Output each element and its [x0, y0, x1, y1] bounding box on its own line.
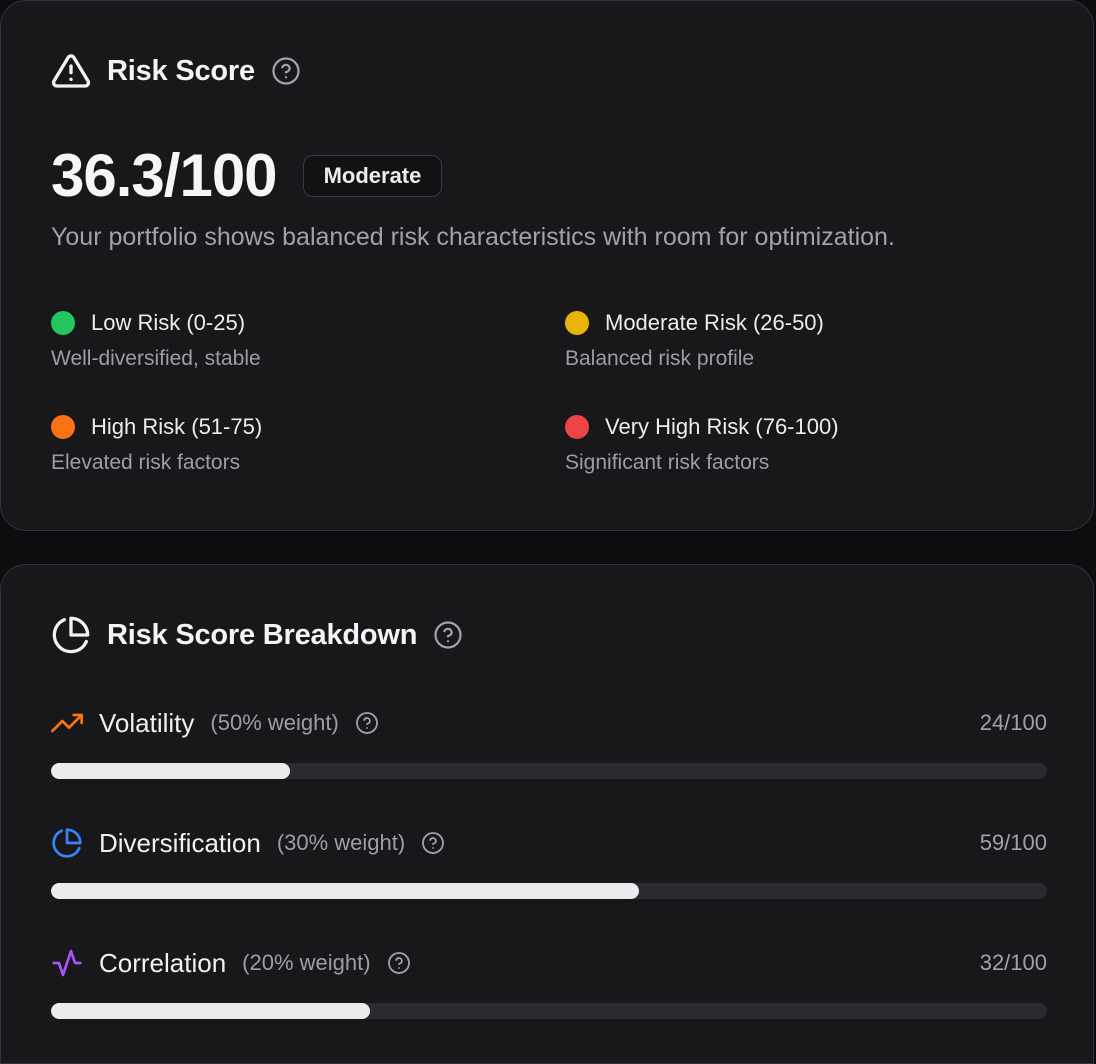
risk-breakdown-header: Risk Score Breakdown	[51, 615, 463, 655]
metric-value: 24/100	[979, 710, 1047, 735]
help-circle-icon[interactable]	[271, 56, 301, 86]
legend-description: Balanced risk profile	[565, 347, 755, 370]
pie-chart-icon	[51, 827, 83, 859]
metric-name: Correlation	[99, 947, 227, 978]
progress-fill	[51, 763, 291, 779]
legend-label: Very High Risk (76-100)	[605, 414, 839, 439]
metric-value: 59/100	[979, 830, 1047, 855]
activity-icon	[51, 947, 83, 979]
risk-score-header: Risk Score	[51, 51, 301, 91]
progress-track	[51, 763, 1047, 779]
metric-diversification: Diversification (30% weight) 59/100	[51, 825, 1047, 905]
legend-low-risk: Low Risk (0-25) Well-diversified, stable	[51, 307, 521, 371]
help-circle-icon[interactable]	[387, 951, 411, 975]
legend-label: Moderate Risk (26-50)	[605, 310, 824, 335]
progress-fill	[51, 1003, 370, 1019]
trending-up-icon	[51, 707, 83, 739]
help-circle-icon[interactable]	[421, 831, 445, 855]
metric-name: Volatility	[99, 707, 195, 738]
legend-description: Well-diversified, stable	[51, 347, 261, 370]
progress-track	[51, 883, 1047, 899]
risk-level-badge: Moderate	[302, 155, 443, 197]
help-circle-icon[interactable]	[355, 711, 379, 735]
risk-breakdown-card: Risk Score Breakdown Volatility (50% wei…	[0, 564, 1094, 1064]
score-value: 36.3/100	[51, 142, 278, 209]
metric-value: 32/100	[979, 950, 1047, 975]
progress-track	[51, 1003, 1047, 1019]
risk-breakdown-title: Risk Score Breakdown	[107, 618, 418, 651]
alert-triangle-icon	[51, 51, 91, 91]
score-row: 36.3/100 Moderate	[51, 141, 443, 211]
metric-weight: (20% weight)	[242, 950, 371, 975]
legend-description: Elevated risk factors	[51, 451, 241, 474]
legend-description: Significant risk factors	[565, 451, 770, 474]
high-risk-dot	[51, 415, 75, 439]
legend-label: Low Risk (0-25)	[91, 310, 246, 335]
metric-weight: (30% weight)	[276, 830, 406, 855]
legend-moderate-risk: Moderate Risk (26-50) Balanced risk prof…	[565, 307, 1035, 371]
pie-chart-icon	[51, 615, 91, 655]
very-high-risk-dot	[565, 415, 589, 439]
metric-correlation: Correlation (20% weight) 32/100	[51, 945, 1047, 1025]
help-circle-icon[interactable]	[433, 620, 463, 650]
moderate-risk-dot	[565, 311, 589, 335]
score-description: Your portfolio shows balanced risk chara…	[51, 223, 895, 251]
progress-fill	[51, 883, 639, 899]
legend-label: High Risk (51-75)	[91, 414, 263, 439]
metric-weight: (50% weight)	[210, 710, 339, 735]
low-risk-dot	[51, 311, 75, 335]
legend-very-high-risk: Very High Risk (76-100) Significant risk…	[565, 411, 1035, 475]
metric-volatility: Volatility (50% weight) 24/100	[51, 705, 1047, 785]
metric-name: Diversification	[99, 827, 261, 858]
risk-score-title: Risk Score	[107, 54, 255, 87]
risk-score-card: Risk Score 36.3/100 Moderate Your portfo…	[0, 0, 1094, 531]
legend-high-risk: High Risk (51-75) Elevated risk factors	[51, 411, 521, 475]
